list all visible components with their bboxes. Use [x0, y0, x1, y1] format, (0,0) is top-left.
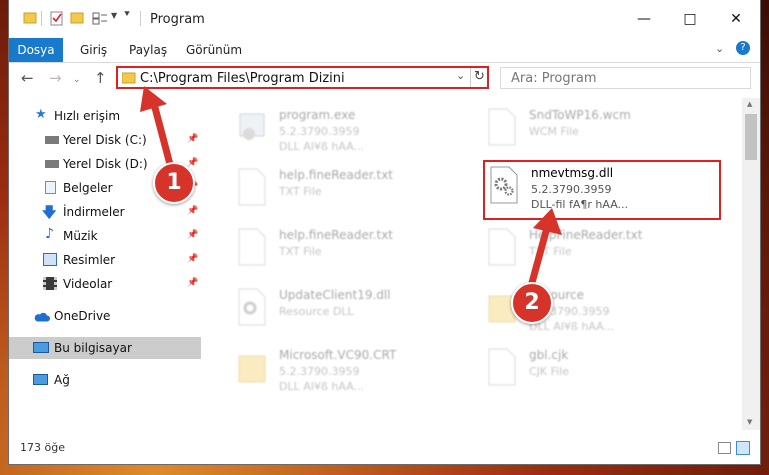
callout-badge-2: 2 — [511, 282, 553, 324]
annotation-arrows — [140, 86, 562, 294]
callout-arrow-1 — [149, 96, 176, 176]
callout-badge-1: 1 — [153, 162, 195, 204]
callout-arrowhead-2 — [533, 208, 562, 235]
callout-arrow-2 — [526, 220, 552, 294]
